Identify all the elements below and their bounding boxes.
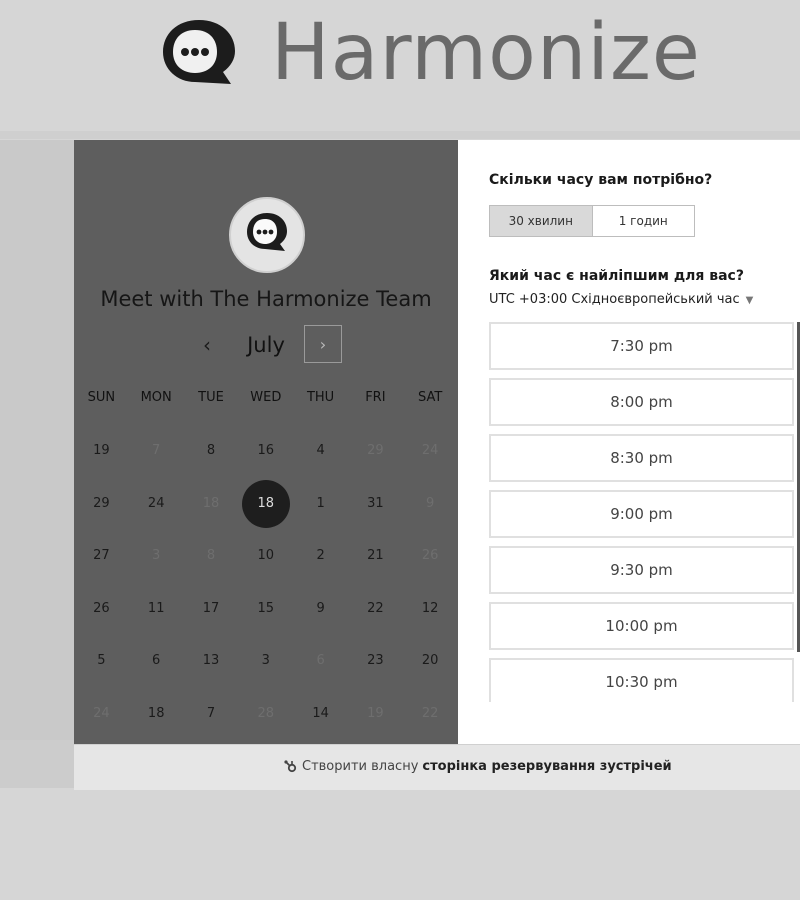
chat-bubble-logo-icon [163, 20, 235, 84]
sprocket-icon [284, 759, 297, 772]
calendar-day-disabled: 19 [367, 705, 384, 721]
meetings-widget: Meet with The Harmonize Team ‹ July › SU… [74, 140, 800, 790]
calendar-day-selected[interactable]: 18 [238, 478, 293, 531]
weekday-mon: MON [140, 390, 172, 405]
calendar-day[interactable]: 6 [129, 635, 184, 688]
calendar-week: 5 6 13 3 6 23 20 [74, 635, 458, 688]
calendar-day[interactable]: 15 [238, 583, 293, 636]
calendar-day-disabled: 26 [421, 548, 439, 563]
duration-30-button[interactable]: 30 хвилин [490, 206, 592, 236]
avatar [229, 197, 305, 273]
calendar-day[interactable]: 20 [403, 635, 458, 688]
weekday-fri: FRI [365, 390, 386, 405]
selected-day-label: 18 [241, 479, 290, 528]
calendar-day-disabled: 6 [316, 653, 325, 668]
duration-60-button[interactable]: 1 годин [591, 206, 695, 236]
footer-link-text[interactable]: сторінка резервування зустрічей [422, 759, 671, 774]
calendar-day-disabled: 8 [206, 548, 216, 563]
timezone-label: UTC +03:00 Східноєвропейський час [489, 292, 740, 307]
calendar-day[interactable]: 24 [129, 478, 184, 531]
calendar-day-disabled: 29 [367, 443, 384, 458]
calendar-day[interactable]: 22 [348, 583, 403, 636]
header-divider [0, 131, 800, 139]
time-slot-button[interactable]: 9:30 pm [489, 546, 794, 594]
calendar-day[interactable]: 4 [293, 425, 348, 478]
calendar-week: 27 3 8 10 2 21 26 [74, 530, 458, 583]
chat-bubble-icon [247, 213, 287, 251]
footer-prefix: Створити власну [302, 759, 419, 774]
page-left-gutter-bottom [0, 740, 74, 788]
create-booking-page-link[interactable]: Створити власну сторінка резервування зус… [284, 759, 672, 774]
calendar-day[interactable]: 18 [129, 688, 184, 741]
time-question: Який час є найліпшим для вас? [489, 268, 744, 284]
booking-panel: Скільки часу вам потрібно? 30 хвилин 1 г… [458, 140, 800, 744]
time-slot-button[interactable]: 7:30 pm [489, 322, 794, 370]
time-slot-button[interactable]: 10:30 pm [489, 658, 794, 702]
calendar-day[interactable]: 27 [74, 530, 129, 583]
duration-toggle: 30 хвилин 1 годин [489, 205, 695, 237]
calendar-day-disabled: 24 [421, 443, 439, 458]
next-month-button[interactable]: › [304, 325, 342, 363]
calendar-day[interactable]: 12 [403, 583, 458, 636]
time-slot-list[interactable]: 7:30 pm 8:00 pm 8:30 pm 9:00 pm 9:30 pm … [489, 322, 794, 702]
calendar-week: 19 7 8 16 4 29 24 [74, 425, 458, 478]
calendar-day[interactable]: 19 [74, 425, 129, 478]
calendar-day[interactable]: 3 [238, 635, 293, 688]
calendar-day[interactable]: 31 [348, 478, 403, 531]
calendar-day[interactable]: 17 [184, 583, 239, 636]
weekday-wed: WED [250, 390, 282, 405]
duration-question: Скільки часу вам потрібно? [489, 172, 713, 188]
month-label: July [247, 333, 285, 357]
weekday-sat: SAT [418, 390, 443, 405]
calendar-day-disabled: 7 [152, 443, 161, 458]
calendar-week: 26 11 17 15 9 22 12 [74, 583, 458, 636]
calendar-day[interactable]: 10 [238, 530, 293, 583]
footer-bar: Створити власну сторінка резервування зус… [74, 744, 800, 790]
calendar-week: 29 24 18 18 1 31 9 [74, 478, 458, 531]
calendar-day-disabled: 18 [202, 495, 220, 511]
calendar-day-disabled: 24 [93, 705, 110, 721]
calendar-day[interactable]: 8 [184, 425, 239, 478]
page-left-gutter [0, 140, 74, 740]
calendar-day[interactable]: 14 [293, 688, 348, 741]
calendar-day[interactable]: 11 [129, 583, 184, 636]
weekday-sun: SUN [87, 390, 116, 405]
brand-name: Harmonize [271, 8, 701, 98]
calendar-day[interactable]: 5 [74, 635, 129, 688]
calendar-day[interactable]: 23 [348, 635, 403, 688]
calendar-day[interactable]: 1 [293, 478, 348, 531]
weekday-header: SUN MON TUE WED THU FRI SAT [74, 390, 458, 410]
calendar-day-disabled: 3 [152, 548, 161, 563]
calendar-day[interactable]: 9 [293, 583, 348, 636]
time-slot-button[interactable]: 10:00 pm [489, 602, 794, 650]
weekday-thu: THU [306, 390, 335, 405]
header-bar: Harmonize [0, 0, 800, 130]
time-slot-button[interactable]: 8:30 pm [489, 434, 794, 482]
previous-month-button[interactable]: ‹ [196, 329, 218, 361]
calendar-week: 24 18 7 28 14 19 22 [74, 688, 458, 741]
calendar-day-disabled: 28 [257, 705, 275, 721]
caret-down-icon: ▼ [745, 295, 754, 306]
calendar-panel: Meet with The Harmonize Team ‹ July › SU… [74, 140, 458, 744]
calendar-day-disabled: 22 [421, 705, 439, 721]
time-slot-button[interactable]: 8:00 pm [489, 378, 794, 426]
month-navigation: ‹ July › [74, 325, 458, 365]
calendar-day[interactable]: 13 [184, 635, 239, 688]
calendar-grid: 19 7 8 16 4 29 24 29 24 18 18 1 31 9 27 … [74, 425, 458, 740]
calendar-day[interactable]: 21 [348, 530, 403, 583]
timezone-select[interactable]: UTC +03:00 Східноєвропейський час ▼ [489, 292, 753, 307]
calendar-day[interactable]: 26 [74, 583, 129, 636]
calendar-day-disabled: 9 [426, 495, 435, 511]
calendar-day[interactable]: 2 [293, 530, 348, 583]
meeting-title: Meet with The Harmonize Team [100, 287, 432, 311]
brand-logo[interactable]: Harmonize [155, 14, 701, 92]
time-slot-button[interactable]: 9:00 pm [489, 490, 794, 538]
weekday-tue: TUE [198, 390, 224, 405]
calendar-day[interactable]: 16 [238, 425, 293, 478]
calendar-day[interactable]: 29 [74, 478, 129, 531]
calendar-day[interactable]: 7 [184, 688, 239, 741]
